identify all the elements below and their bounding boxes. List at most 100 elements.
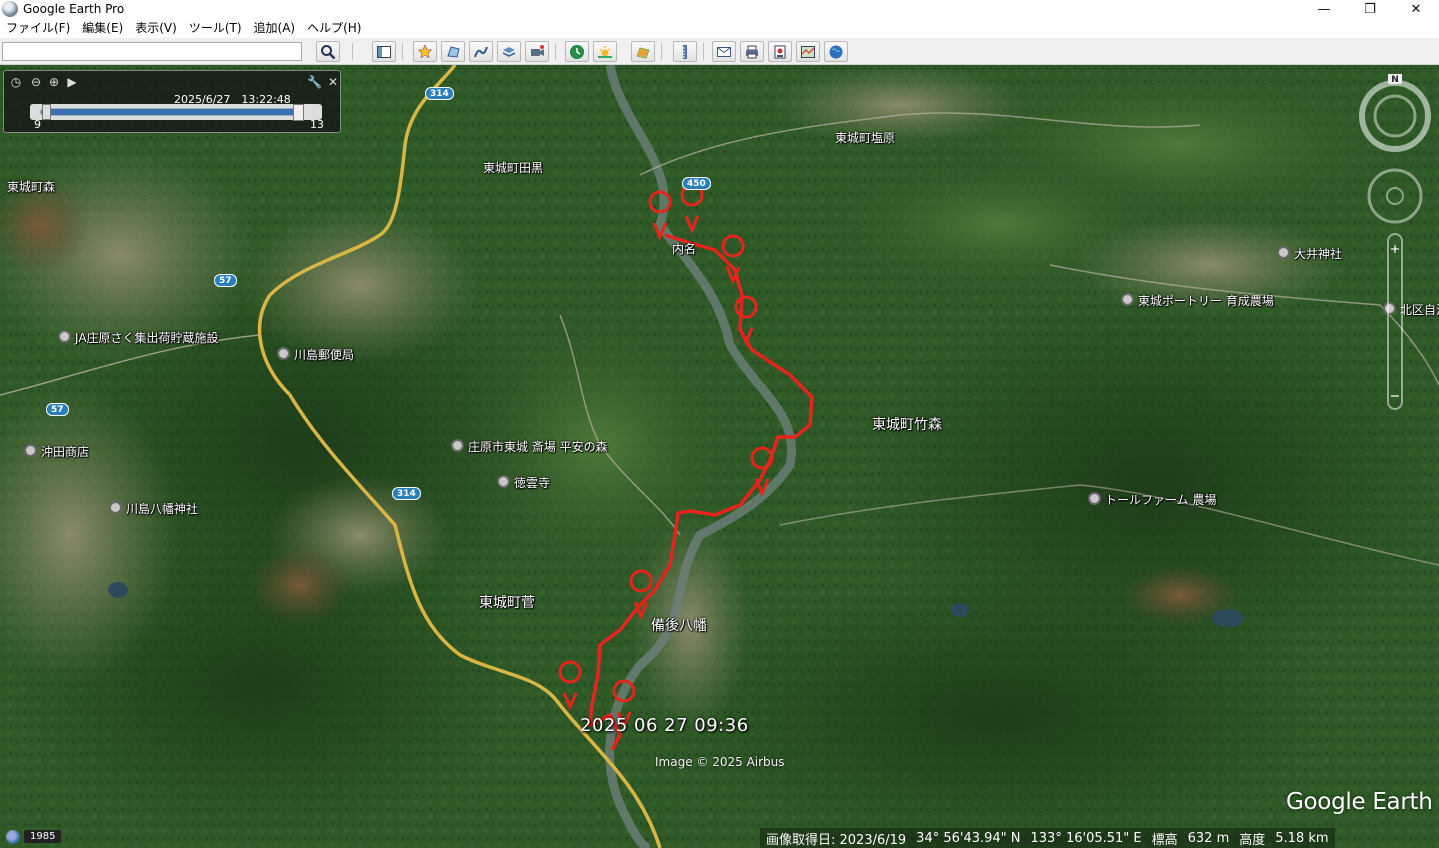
route-shield-450: 450 — [682, 177, 711, 190]
toolbar-separator — [352, 43, 353, 60]
search-icon — [321, 44, 336, 59]
ruler-icon — [683, 44, 687, 59]
time-range-min: 9 — [34, 118, 41, 131]
title-bar: Google Earth Pro — ❐ ✕ — [0, 0, 1439, 18]
menu-file[interactable]: ファイル(F) — [0, 18, 76, 38]
google-earth-logo: Google Earth — [1286, 789, 1433, 815]
eye-altitude-value: 5.18 km — [1275, 830, 1329, 846]
time-slider-start-handle[interactable] — [42, 104, 51, 120]
maximize-button[interactable]: ❐ — [1347, 0, 1393, 18]
print-button[interactable] — [740, 41, 764, 62]
sidebar-icon — [377, 45, 391, 58]
place-label[interactable]: 東城町田黒 — [483, 159, 543, 176]
imagery-date: 画像取得日: 2023/6/19 — [766, 832, 907, 848]
maps-icon — [801, 45, 815, 58]
elevation-label: 標高 — [1151, 832, 1178, 848]
poi-label[interactable]: 徳雲寺 — [497, 474, 550, 491]
imagery-year: 1985 — [24, 830, 62, 843]
toolbar — [0, 38, 1439, 65]
earth-icon — [829, 45, 843, 58]
poi-label[interactable]: 沖田商店 — [24, 443, 89, 460]
clock-icon[interactable]: ◷ — [9, 75, 23, 89]
station-label[interactable]: 備後八幡 — [651, 615, 707, 635]
historical-imagery-button[interactable] — [565, 41, 589, 62]
planets-icon — [636, 46, 650, 59]
close-button[interactable]: ✕ — [1393, 0, 1439, 18]
minimize-button[interactable]: — — [1301, 0, 1347, 18]
toolbar-separator — [555, 43, 556, 60]
sidebar-toggle-button[interactable] — [372, 41, 396, 62]
time-slider-end-handle[interactable] — [293, 104, 304, 121]
save-image-icon — [774, 45, 786, 58]
poi-label[interactable]: 大井神社 — [1277, 245, 1342, 262]
placemark-icon — [417, 43, 433, 58]
search-input[interactable] — [2, 42, 302, 61]
toolbar-separator — [402, 43, 403, 60]
menu-add[interactable]: 追加(A) — [248, 18, 302, 38]
compass-ring[interactable]: N — [1359, 74, 1431, 152]
view-in-maps-button[interactable] — [796, 41, 820, 62]
ruler-button[interactable] — [673, 41, 697, 62]
menu-view[interactable]: 表示(V) — [129, 18, 183, 38]
zoom-out-time-icon[interactable]: ⊖ — [29, 75, 43, 89]
close-icon[interactable]: ✕ — [326, 75, 340, 89]
google-earth-window: Google Earth Pro — ❐ ✕ ファイル(F) 編集(E) 表示(… — [0, 0, 1439, 848]
sun-icon — [598, 45, 612, 58]
email-button[interactable] — [712, 41, 736, 62]
zoom-in-time-icon[interactable]: ⊕ — [47, 75, 61, 89]
poi-label[interactable]: 川島郵便局 — [277, 346, 354, 363]
planets-button[interactable] — [631, 41, 655, 62]
time-range-max: 13 — [310, 118, 324, 131]
menu-edit[interactable]: 編集(E) — [76, 18, 129, 38]
place-label[interactable]: 東城町竹森 — [872, 414, 942, 434]
route-shield-314-south: 314 — [392, 487, 421, 500]
menu-help[interactable]: ヘルプ(H) — [301, 18, 367, 38]
place-label[interactable]: 東城町菅 — [479, 592, 535, 612]
navigation-controls[interactable]: N — [1355, 74, 1435, 414]
search-button[interactable] — [316, 41, 340, 62]
save-image-button[interactable] — [768, 41, 792, 62]
historical-year-badge[interactable]: 1985 — [6, 829, 62, 844]
toolbar-separator — [661, 43, 662, 60]
historical-imagery-icon — [570, 44, 584, 59]
time-slider-track[interactable] — [40, 108, 302, 116]
menu-bar: ファイル(F) 編集(E) 表示(V) ツール(T) 追加(A) ヘルプ(H) — [0, 18, 1439, 38]
earth-icon — [6, 829, 20, 844]
poi-label[interactable]: 庄原市東城 斎場 平安の森 — [451, 438, 608, 455]
zoom-slider[interactable] — [1387, 233, 1403, 410]
time-slider-panel: ◷ ⊖ ⊕ ▶ 🔧 ✕ 2025/6/27 13:22:48 9 13 — [3, 70, 341, 133]
menu-tools[interactable]: ツール(T) — [183, 18, 248, 38]
add-placemark-button[interactable] — [413, 41, 437, 62]
route-shield-314: 314 — [425, 87, 454, 100]
wrench-icon[interactable]: 🔧 — [307, 75, 322, 89]
eye-altitude-label: 高度 — [1239, 832, 1266, 848]
poi-label[interactable]: 東城ポートリー 育成農場 — [1121, 292, 1274, 309]
polygon-icon — [447, 45, 460, 58]
add-polygon-button[interactable] — [441, 41, 465, 62]
imagery-credit: Image © 2025 Airbus — [655, 755, 785, 769]
latitude: 34° 56'43.94" N — [916, 830, 1021, 846]
path-icon — [474, 46, 488, 57]
route-shield-57: 57 — [214, 274, 237, 287]
elevation-value: 632 m — [1187, 830, 1230, 846]
add-image-overlay-button[interactable] — [497, 41, 521, 62]
print-icon — [746, 45, 758, 58]
toolbar-separator — [703, 43, 704, 60]
station-label[interactable]: 内名 — [672, 240, 696, 257]
poi-label[interactable]: 川島八幡神社 — [109, 500, 198, 517]
status-bar: 画像取得日: 2023/6/19 34° 56'43.94" N 133° 16… — [760, 828, 1335, 848]
photo-timestamp: 2025 06 27 09:36 — [580, 715, 749, 736]
play-icon[interactable]: ▶ — [65, 75, 79, 89]
earth-gallery-button[interactable] — [824, 41, 848, 62]
place-label[interactable]: 東城町森 — [7, 178, 55, 195]
poi-label[interactable]: JA庄原さく集出荷貯蔵施設 — [58, 329, 219, 346]
tour-icon — [531, 44, 544, 56]
record-tour-button[interactable] — [525, 41, 549, 62]
look-joystick[interactable] — [1367, 168, 1423, 224]
add-path-button[interactable] — [469, 41, 493, 62]
place-label[interactable]: 東城町塩原 — [835, 129, 895, 146]
window-title: Google Earth Pro — [23, 2, 125, 16]
sunlight-button[interactable] — [593, 41, 617, 62]
longitude: 133° 16'05.51" E — [1030, 830, 1142, 846]
poi-label[interactable]: トールファーム 農場 — [1088, 491, 1216, 508]
